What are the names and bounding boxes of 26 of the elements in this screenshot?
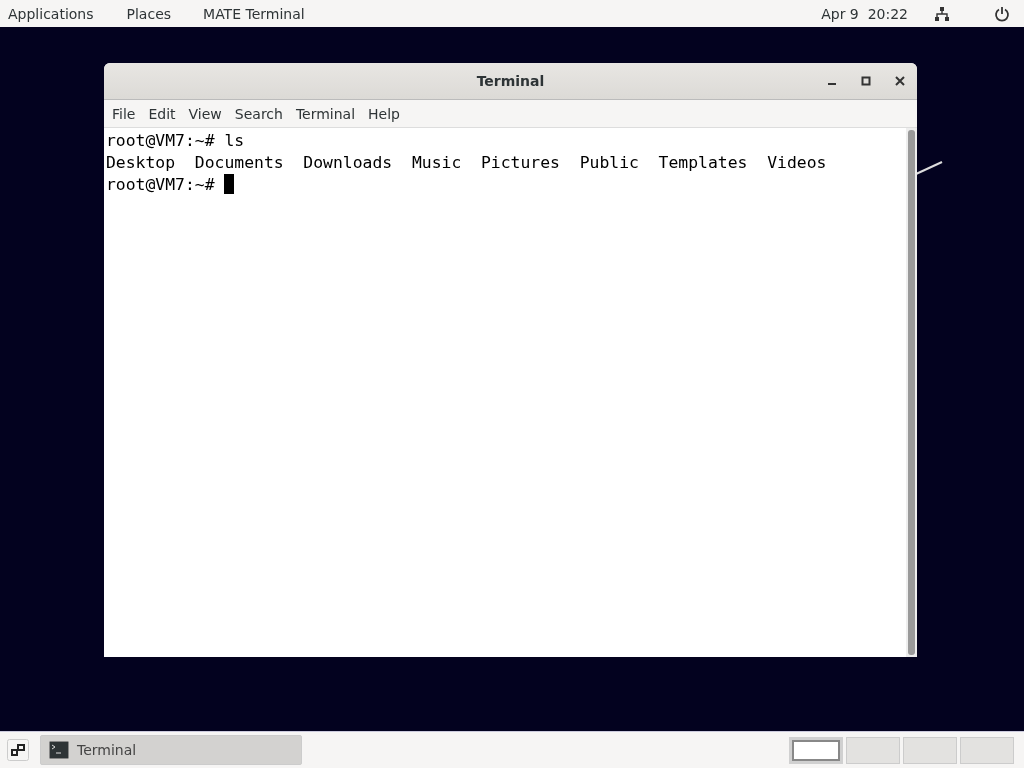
title-bar[interactable]: Terminal — [104, 63, 917, 100]
terminal-line: root@VM7:~# — [106, 174, 216, 194]
task-label: Terminal — [77, 742, 137, 758]
panel-menu[interactable]: Applications — [8, 5, 94, 22]
power-icon[interactable] — [994, 5, 1010, 22]
terminal-line: Desktop Documents Downloads Music Pictures Public Templates Videos — [106, 152, 827, 172]
maximize-button[interactable] — [861, 76, 871, 86]
menu-item[interactable]: View — [188, 105, 222, 122]
terminal-line: root@VM7:~# ls — [106, 130, 245, 150]
taskbar-button[interactable]: Terminal — [40, 735, 302, 765]
window-title: Terminal — [476, 73, 545, 89]
panel-menu[interactable]: MATE Terminal — [203, 5, 305, 22]
menu-item[interactable]: Edit — [148, 105, 176, 122]
swirl-line — [914, 160, 944, 176]
terminal-area[interactable]: root@VM7:~# ls Desktop Documents Downloads Music Pictures Public Templates Videos root@VM7:~# — [104, 128, 917, 657]
menu-item[interactable]: File — [112, 105, 136, 122]
menu-item[interactable]: Search — [234, 105, 283, 122]
workspace-button[interactable] — [789, 736, 843, 764]
menu-item[interactable]: Help — [368, 105, 400, 122]
panel-menu[interactable]: Places — [126, 5, 172, 22]
terminal-icon — [49, 741, 69, 759]
show-desktop-button[interactable] — [7, 739, 29, 761]
close-button[interactable] — [895, 76, 905, 86]
menu-item[interactable]: Terminal — [295, 105, 356, 122]
clock[interactable]: Apr 9 20:22 — [821, 5, 908, 22]
network-icon[interactable] — [934, 5, 950, 22]
